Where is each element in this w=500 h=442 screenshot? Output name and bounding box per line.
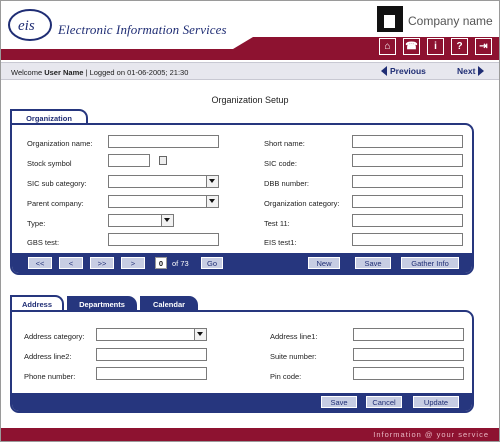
address-line2-label: Address line2: [24,352,72,361]
pin-code-input[interactable] [353,367,464,380]
type-select[interactable] [108,214,174,227]
address-category-select[interactable] [96,328,207,341]
first-page-button[interactable]: << [28,257,52,269]
home-icon[interactable]: ⌂ [379,38,396,55]
address-line2-input[interactable] [96,348,207,361]
footer-tagline: Information @ your service [373,430,489,439]
prev-page-button[interactable]: < [59,257,83,269]
page-title: Organization Setup [211,95,289,105]
previous-link[interactable]: Previous [381,66,426,76]
pin-code-label: Pin code: [270,372,302,381]
stock-symbol-input[interactable] [108,154,150,167]
address-toolbar: Save Cancel Update [12,393,472,411]
chevron-down-icon [206,196,218,207]
phone-icon[interactable]: ☎ [403,38,420,55]
suite-number-input[interactable] [353,348,464,361]
suite-number-label: Suite number: [270,352,317,361]
arrow-left-icon [381,66,387,76]
address-category-label: Address category: [24,332,85,341]
welcome-separator: | [85,68,88,77]
address-line1-input[interactable] [353,328,464,341]
app-footer: Information @ your service [1,428,499,441]
eis-test1-label: EIS test1: [264,238,297,247]
short-name-label: Short name: [264,139,305,148]
type-label: Type: [27,219,46,228]
chevron-down-icon [194,329,206,340]
organization-toolbar: << < >> > 0 of 73 Go New Save Gather Inf… [12,253,472,273]
help-icon[interactable]: ? [451,38,468,55]
welcome-bar: Welcome User Name | Logged on 01-06-2005… [1,62,499,80]
company-logo [377,6,403,32]
stock-symbol-label: Stock symbol [27,159,72,168]
chevron-down-icon [206,176,218,187]
dbb-number-input[interactable] [352,175,463,188]
previous-label: Previous [390,66,426,76]
new-button[interactable]: New [308,257,340,269]
organization-panel: Organization name: Stock symbol SIC sub … [10,123,474,275]
address-update-button[interactable]: Update [413,396,459,408]
parent-company-select[interactable] [108,195,219,208]
welcome-text: Welcome User Name | Logged on 01-06-2005… [11,68,188,77]
dbb-number-label: DBB number: [264,179,310,188]
arrow-right-icon [478,66,485,76]
address-panel: Address category: Address line2: Phone n… [10,310,474,413]
go-button[interactable]: Go [201,257,223,269]
gbs-test-input[interactable] [108,233,219,246]
address-cancel-button[interactable]: Cancel [366,396,402,408]
page-count: of 73 [172,259,189,268]
gather-info-button[interactable]: Gather Info [401,257,459,269]
address-line1-label: Address line1: [270,332,318,341]
tab-address[interactable]: Address [10,295,64,311]
chevron-down-icon [161,215,173,226]
next-link[interactable]: Next [457,66,485,76]
app-title: Electronic Information Services [58,22,227,37]
eis-test1-input[interactable] [352,233,463,246]
sic-code-label: SIC code: [264,159,297,168]
company-name: Company name [408,14,493,28]
gbs-test-label: GBS test: [27,238,60,247]
address-save-button[interactable]: Save [321,396,357,408]
header-icon-bar: ⌂ ☎ i ? ⇥ [379,38,492,55]
sic-code-input[interactable] [352,154,463,167]
next-block-button[interactable]: >> [90,257,114,269]
info-icon[interactable]: i [427,38,444,55]
test-11-label: Test 11: [264,219,290,228]
sic-sub-category-select[interactable] [108,175,219,188]
user-name: User Name [44,68,84,77]
parent-company-label: Parent company: [27,199,84,208]
logout-icon[interactable]: ⇥ [475,38,492,55]
sic-sub-category-label: SIC sub category: [27,179,87,188]
save-button[interactable]: Save [355,257,391,269]
logo-text: eis [18,18,35,34]
lookup-icon[interactable] [159,156,167,165]
page-number-input[interactable]: 0 [155,257,167,269]
phone-number-label: Phone number: [24,372,76,381]
test-11-input[interactable] [352,214,463,227]
next-label: Next [457,66,476,76]
organization-name-input[interactable] [108,135,219,148]
phone-number-input[interactable] [96,367,207,380]
welcome-prefix: Welcome [11,68,43,77]
logged-on-text: Logged on 01-06-2005; 21:30 [89,68,189,77]
organization-category-label: Organization category: [264,199,340,208]
short-name-input[interactable] [352,135,463,148]
organization-category-input[interactable] [352,195,463,208]
next-page-button[interactable]: > [121,257,145,269]
organization-name-label: Organization name: [27,139,93,148]
